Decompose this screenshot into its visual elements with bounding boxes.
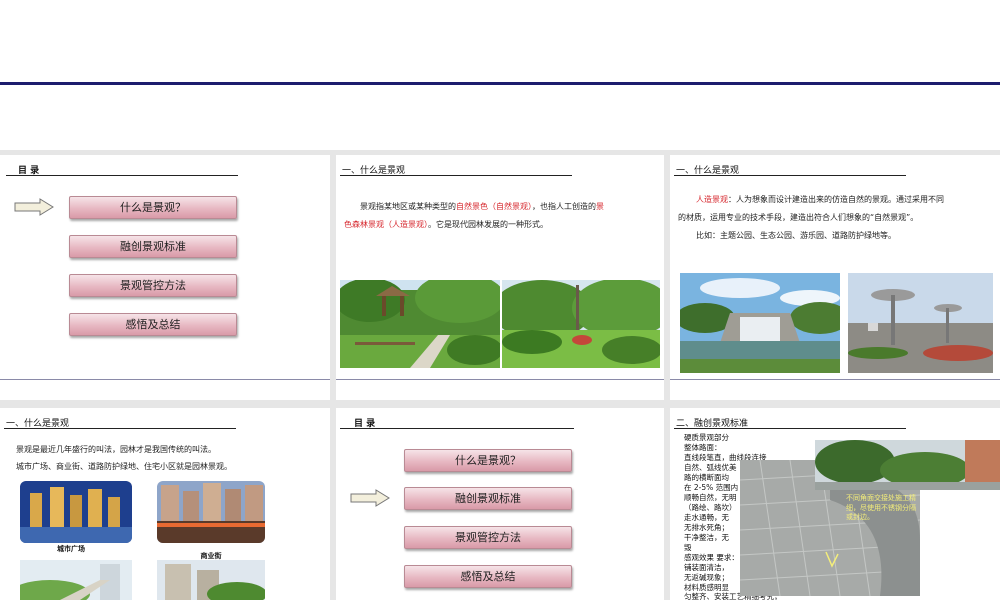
menu-item-control-method[interactable]: 景观管控方法 <box>404 526 572 549</box>
text-highlight: 色森林景观（人造景观） <box>344 220 428 229</box>
text-line: 自然、弧线优美 <box>684 463 737 472</box>
text-segment: 的材质，运用专业的技术手段，建造出符合人们想象的“自然景观”。 <box>678 213 919 222</box>
arrow-right-icon <box>14 198 54 216</box>
paragraph: 人造景观：人为想象而设计建造出来的仿造自然的景观。通过采用不同 的材质，运用专业… <box>678 191 996 245</box>
menu-item-what-is-landscape[interactable]: 什么是景观？ <box>69 196 237 219</box>
slide-bottom-rule <box>336 379 664 380</box>
arrow-right-icon <box>350 489 390 507</box>
text-segment: 景观指某地区或某种类型的 <box>360 202 456 211</box>
text-segment: 景观是最近几年盛行的叫法，园林才是我国传统的叫法。 <box>16 445 216 454</box>
text-line: （路绘、路坎） <box>684 503 737 512</box>
slide-what-is-landscape-1[interactable]: 一、什么是景观 景观指某地区或某种类型的自然景色（自然景观），也指人工创造的景 … <box>336 155 664 400</box>
caption-city-plaza: 城市广场 <box>57 545 85 553</box>
menu-item-summary[interactable]: 感悟及总结 <box>69 313 237 336</box>
planting-photo <box>815 440 1000 490</box>
title-rule <box>674 428 906 429</box>
title-rule <box>340 428 574 429</box>
text-segment: 比如：主题公园、生态公园、游乐园、道路防护绿地等。 <box>696 231 896 240</box>
title-rule <box>6 175 238 176</box>
menu-item-standard[interactable]: 融创景观标准 <box>404 487 572 510</box>
slide-what-is-landscape-2[interactable]: 一、什么是景观 人造景观：人为想象而设计建造出来的仿造自然的景观。通过采用不同 … <box>670 155 1000 400</box>
text-line: 干净整洁，无 <box>684 533 729 542</box>
garden-lawn-photo <box>502 280 660 368</box>
title-rule <box>4 428 236 429</box>
garden-path-photo <box>340 280 500 368</box>
city-plaza-photo <box>20 481 132 543</box>
waterfall-park-photo <box>680 273 840 373</box>
slide-toc-2[interactable]: 目 录 什么是景观？ 融创景观标准 景观管控方法 感悟及总结 <box>336 408 664 600</box>
residential-photo <box>157 560 265 600</box>
text-line: 走水通畅，无 <box>684 513 729 522</box>
text-line: 无排水死角； <box>684 523 729 532</box>
text-line: 硬质景观部分 <box>684 433 729 442</box>
tree-sculpture-plaza-photo <box>848 273 993 373</box>
text-highlight: 人造景观 <box>696 195 728 204</box>
text-line: 铺装面清洁， <box>684 563 729 572</box>
greenway-photo <box>20 560 132 600</box>
text-highlight: 自然景色（自然景观） <box>456 202 532 211</box>
menu-item-summary[interactable]: 感悟及总结 <box>404 565 572 588</box>
text-highlight: 景 <box>596 202 604 211</box>
title-rule <box>340 175 572 176</box>
commercial-street-photo <box>157 481 265 543</box>
text-line: 整体路面： <box>684 443 722 452</box>
text-segment: 。它是现代园林发展的一种形式。 <box>428 220 548 229</box>
text-line: 在 2-5% 范围内 <box>684 483 739 492</box>
menu-item-what-is-landscape[interactable]: 什么是景观？ <box>404 449 572 472</box>
paving-annotation: 不同角面交接处施工精细，尽使用不锈钢分隔或封边。 <box>846 494 916 521</box>
title-rule <box>674 175 906 176</box>
text-segment: ，也指人工创造的 <box>532 202 596 211</box>
slide-what-is-landscape-3[interactable]: 一、什么是景观 景观是最近几年盛行的叫法，园林才是我国传统的叫法。 城市广场、商… <box>0 408 330 600</box>
slide-bottom-rule <box>0 379 330 380</box>
slide-toc-1[interactable]: 目 录 什么是景观？ 融创景观标准 景观管控方法 感悟及总结 <box>0 155 330 400</box>
slide-bottom-rule <box>670 379 1000 380</box>
text-line: 感观效果 要求： <box>684 553 739 562</box>
slide-landscape-standard[interactable]: 二、融创景观标准 硬质景观部分 整体路面： 直线段笔直，曲线段连接 自然、弧线优… <box>670 408 1000 600</box>
menu-item-standard[interactable]: 融创景观标准 <box>69 235 237 258</box>
paragraph: 景观是最近几年盛行的叫法，园林才是我国传统的叫法。 城市广场、商业街、道路防护绿… <box>16 441 326 475</box>
paragraph: 景观指某地区或某种类型的自然景色（自然景观），也指人工创造的景 色森林景观（人造… <box>344 198 660 234</box>
menu-item-control-method[interactable]: 景观管控方法 <box>69 274 237 297</box>
top-divider-line <box>0 82 1000 85</box>
text-line: 毁 <box>684 543 692 552</box>
text-segment: 城市广场、商业街、道路防护绿地、住宅小区就是园林景观。 <box>16 462 232 471</box>
text-line: 路的横断面均 <box>684 473 729 482</box>
text-line: 顺畅自然，无明 <box>684 493 737 502</box>
text-segment: ：人为想象而设计建造出来的仿造自然的景观。通过采用不同 <box>728 195 944 204</box>
text-line: 无返碱现象； <box>684 573 729 582</box>
top-blank-area <box>0 0 1000 150</box>
